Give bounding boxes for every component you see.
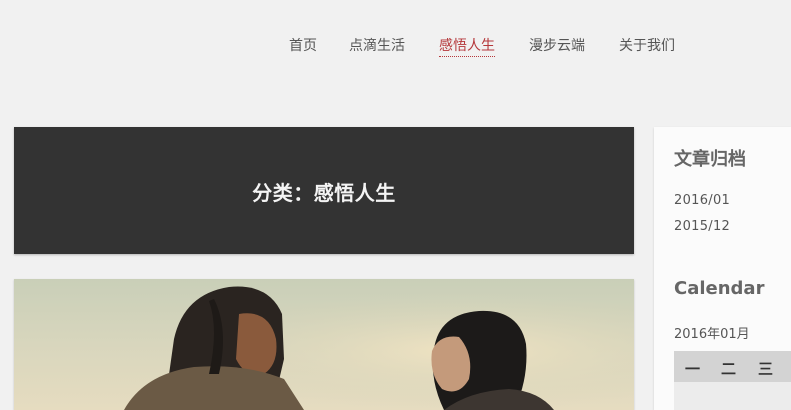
nav-item-insights[interactable]: 感悟人生 [439, 35, 495, 57]
nav-item-cloud[interactable]: 漫步云端 [529, 35, 585, 55]
calendar-weekday-header: 一 二 三 [674, 351, 791, 382]
top-navigation: 首页 点滴生活 感悟人生 漫步云端 关于我们 [0, 0, 791, 90]
category-title: 分类：感悟人生 [252, 181, 396, 205]
calendar-days-grid [674, 382, 791, 410]
nav-item-about[interactable]: 关于我们 [619, 35, 675, 55]
archive-link-2015-12[interactable]: 2015/12 [674, 219, 730, 234]
category-banner: 分类：感悟人生 [14, 127, 634, 254]
nav-item-home[interactable]: 首页 [289, 35, 317, 55]
calendar-month: 2016年01月 [674, 327, 750, 342]
archive-link-2016-01[interactable]: 2016/01 [674, 193, 730, 208]
weekday-wed: 三 [758, 360, 774, 378]
nav-item-life[interactable]: 点滴生活 [349, 35, 405, 55]
archive-widget-title: 文章归档 [674, 149, 746, 170]
calendar-widget-title: Calendar [674, 278, 765, 299]
weekday-tue: 二 [721, 360, 737, 378]
weekday-mon: 一 [685, 360, 701, 378]
film-still-illustration [14, 279, 634, 410]
post-thumbnail-image[interactable] [14, 279, 634, 410]
sidebar: 文章归档 2016/01 2015/12 Calendar 2016年01月 一… [654, 127, 791, 410]
